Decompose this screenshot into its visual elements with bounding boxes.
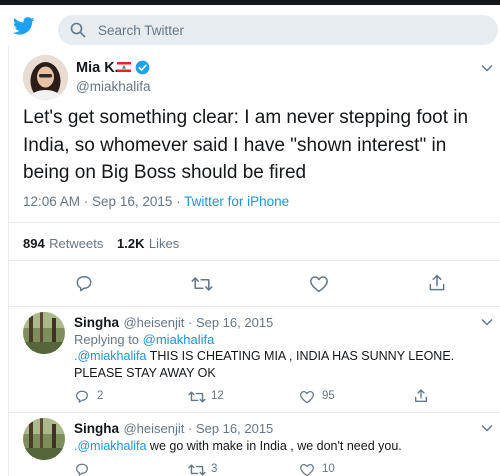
divider: [8, 260, 500, 261]
meta-separator: ·: [80, 194, 93, 209]
share-icon[interactable]: [413, 388, 429, 404]
search-icon: [70, 22, 86, 38]
reply-author-handle[interactable]: @heisenjit: [123, 315, 184, 330]
reply-author-name[interactable]: Singha: [74, 421, 119, 436]
reply-date[interactable]: Sep 16, 2015: [196, 315, 273, 330]
retweet-icon[interactable]: [188, 463, 206, 476]
reply-icon[interactable]: [74, 389, 90, 404]
likes-stat[interactable]: 1.2K Likes: [117, 235, 179, 253]
tweet-date[interactable]: Sep 16, 2015: [92, 194, 172, 209]
verified-badge-icon: [135, 60, 150, 75]
reply-count: 2: [97, 390, 104, 402]
reply-icon[interactable]: [74, 274, 94, 293]
retweets-label: Retweets: [49, 236, 104, 251]
replying-to-link[interactable]: @miakhalifa: [143, 332, 215, 347]
like-icon[interactable]: [299, 463, 315, 476]
reply-author-handle[interactable]: @heisenjit: [123, 421, 184, 436]
retweet-count: 12: [211, 390, 224, 402]
tweet-source-link[interactable]: Twitter for iPhone: [184, 194, 289, 209]
reply-mention-link[interactable]: .@miakhalifa: [74, 439, 146, 453]
reply-mention-link[interactable]: .@miakhalifa: [74, 349, 146, 363]
replying-to-prefix: Replying to: [74, 332, 143, 347]
reply-icon[interactable]: [74, 462, 90, 476]
tweet-timestamp: 12:06 AM · Sep 16, 2015 · Twitter for iP…: [23, 194, 289, 209]
retweets-stat[interactable]: 894 Retweets: [23, 235, 103, 253]
avatar-photo: [23, 418, 65, 460]
search-input[interactable]: [98, 15, 478, 45]
reply-author-name[interactable]: Singha: [74, 315, 119, 330]
avatar-photo: [23, 55, 68, 100]
twitter-logo-icon[interactable]: [12, 15, 36, 37]
divider: [8, 222, 500, 223]
lebanon-flag-icon: [117, 62, 131, 72]
reply-avatar[interactable]: [23, 312, 65, 354]
divider: [8, 306, 500, 307]
retweet-icon[interactable]: [191, 275, 213, 293]
header-bar: [0, 5, 500, 47]
divider: [8, 412, 500, 413]
reply-text: .@miakhalifa we go with make in India , …: [74, 438, 402, 455]
reply-header: Singha @heisenjit · Sep 16, 2015: [74, 314, 273, 332]
replying-to: Replying to @miakhalifa: [74, 332, 214, 347]
like-count: 10: [322, 463, 335, 475]
retweet-icon[interactable]: [188, 390, 206, 404]
like-icon[interactable]: [299, 390, 315, 404]
like-count: 95: [322, 390, 335, 402]
likes-label: Likes: [148, 236, 180, 251]
search-box[interactable]: [58, 15, 498, 45]
tweet-time[interactable]: 12:06 AM: [23, 194, 80, 209]
author-avatar[interactable]: [23, 55, 68, 100]
author-name[interactable]: Mia K.: [76, 60, 119, 76]
reply-date[interactable]: Sep 16, 2015: [196, 421, 273, 436]
like-icon[interactable]: [309, 275, 329, 293]
tweet-text: Let's get something clear: I am never st…: [23, 107, 469, 183]
avatar-photo: [23, 312, 65, 354]
chevron-down-icon[interactable]: [481, 64, 493, 72]
reply-text: .@miakhalifa THIS IS CHEATING MIA , INDI…: [74, 348, 474, 382]
share-icon[interactable]: [427, 273, 447, 293]
chevron-down-icon[interactable]: [481, 318, 493, 326]
meta-separator: ·: [172, 194, 185, 209]
meta-separator: ·: [184, 315, 196, 330]
reply-header: Singha @heisenjit · Sep 16, 2015: [74, 420, 273, 438]
reply-avatar[interactable]: [23, 418, 65, 460]
reply-body: we go with make in India , we don't need…: [146, 439, 402, 453]
meta-separator: ·: [184, 421, 196, 436]
retweets-count: 894: [23, 236, 45, 251]
retweet-count: 3: [211, 463, 218, 475]
chevron-down-icon[interactable]: [481, 424, 493, 432]
author-handle[interactable]: @miakhalifa: [76, 79, 150, 94]
likes-count: 1.2K: [117, 236, 145, 251]
